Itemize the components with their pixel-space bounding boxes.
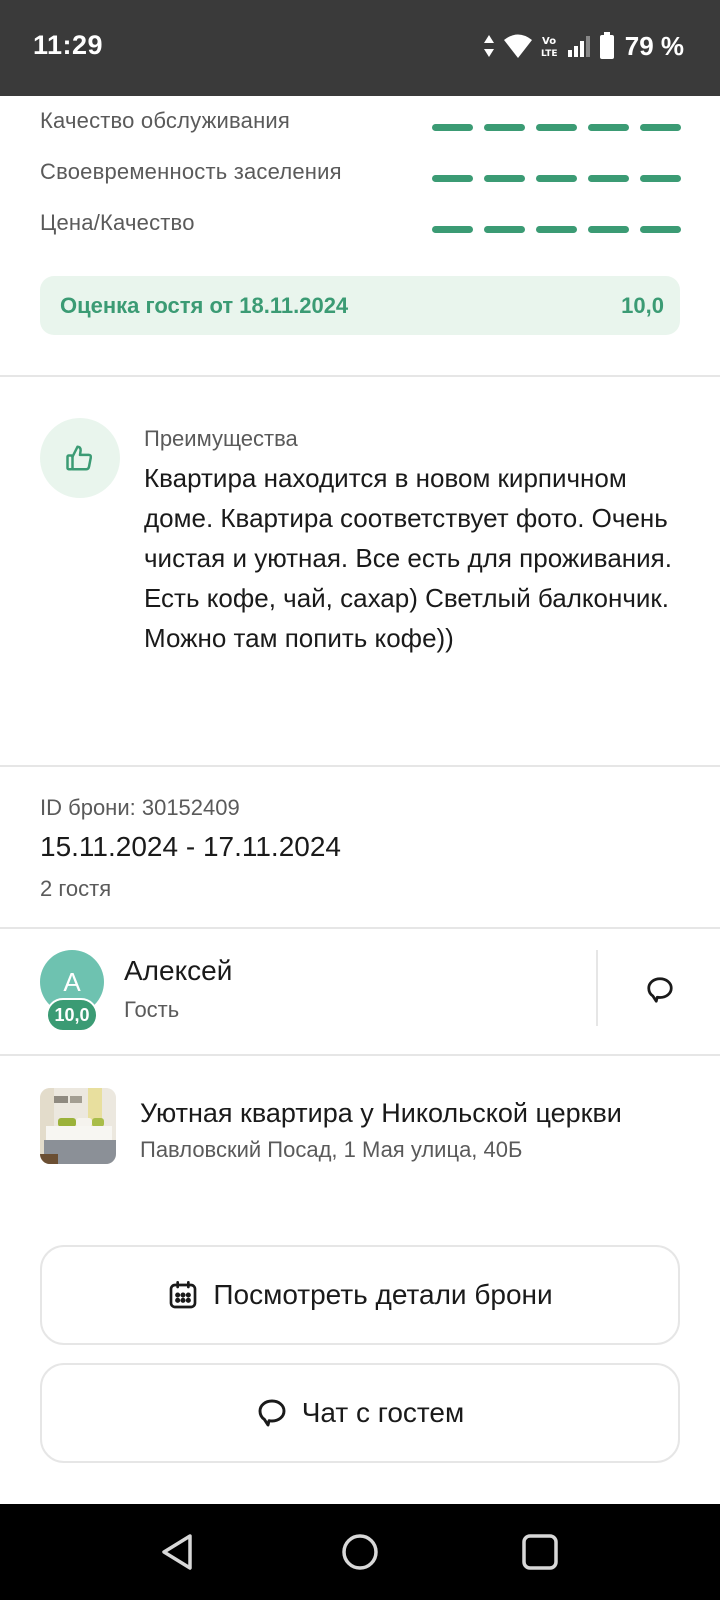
section-divider: [0, 927, 720, 929]
rating-row: Цена/Качество: [40, 198, 681, 249]
thumbs-up-icon: [66, 445, 93, 471]
wifi-icon: [503, 34, 532, 58]
battery-percent: 79 %: [624, 30, 684, 61]
volte-icon: Vo LTE: [541, 36, 558, 59]
rating-dash: [484, 226, 525, 233]
chat-bubble-icon: [258, 1399, 286, 1427]
battery-icon: [599, 32, 614, 59]
rating-dash: [536, 175, 577, 182]
status-time: 11:29: [33, 30, 104, 60]
calendar-icon: [170, 1281, 197, 1309]
rating-bar: [432, 226, 681, 233]
status-icons: Vo LTE 79 %: [483, 30, 684, 62]
rating-bar: [432, 175, 681, 182]
rating-dash: [484, 175, 525, 182]
booking-guests: 2 гостя: [40, 876, 112, 901]
rating-dash: [588, 226, 629, 233]
property-title[interactable]: Уютная квартира у Никольской церкви: [140, 1098, 680, 1129]
booking-id: ID брони: 30152409: [40, 795, 240, 820]
rating-label: Качество обслуживания: [40, 108, 291, 133]
advantages-text: Квартира находится в новом кирпичном дом…: [144, 463, 672, 653]
rating-dash: [588, 124, 629, 131]
rating-bar: [432, 124, 681, 131]
rating-row: Качество обслуживания: [40, 96, 681, 147]
back-icon[interactable]: [158, 1532, 198, 1572]
booking-dates: 15.11.2024 - 17.11.2024: [40, 831, 341, 862]
property-photo: [40, 1088, 116, 1164]
section-divider: [0, 375, 720, 377]
vertical-divider: [596, 950, 598, 1026]
rating-dash: [588, 175, 629, 182]
property-address: Павловский Посад, 1 Мая улица, 40Б: [140, 1137, 523, 1162]
rating-dash: [432, 226, 473, 233]
booking-details-label: Посмотреть детали брони: [213, 1279, 553, 1310]
home-icon[interactable]: [340, 1532, 380, 1572]
section-divider: [0, 765, 720, 767]
chat-bubble-icon: [647, 977, 673, 1003]
rating-dash: [640, 124, 681, 131]
recents-icon[interactable]: [520, 1532, 560, 1572]
guest-score-title: Оценка гостя от 18.11.2024: [60, 293, 349, 318]
guest-name[interactable]: Алексей: [124, 955, 232, 987]
rating-dash: [432, 124, 473, 131]
booking-details-button[interactable]: Посмотреть детали брони: [40, 1245, 680, 1345]
rating-label: Своевременность заселения: [40, 159, 342, 184]
guest-rating-badge: 10,0: [46, 998, 98, 1032]
rating-label: Цена/Качество: [40, 210, 195, 235]
advantages-title: Преимущества: [144, 426, 298, 451]
advantages-icon-circle: [40, 418, 120, 498]
rating-dash: [640, 226, 681, 233]
rating-dash: [432, 175, 473, 182]
rating-dash: [536, 226, 577, 233]
rating-dash: [536, 124, 577, 131]
action-panel: Посмотреть детали брони Чат с гостем: [0, 1202, 720, 1504]
ratings-list: Качество обслуживания Своевременность за…: [40, 96, 681, 249]
chat-with-guest-label: Чат с гостем: [301, 1397, 465, 1428]
system-navigation-bar: [0, 1504, 720, 1600]
guest-score-value: 10,0: [621, 293, 664, 318]
rating-dash: [484, 124, 525, 131]
guest-chat-button[interactable]: [640, 970, 680, 1010]
data-transfer-icon: [483, 35, 494, 57]
status-bar: 11:29 Vo LTE 79 %: [0, 0, 720, 96]
rating-dash: [640, 175, 681, 182]
signal-icon: [567, 36, 590, 57]
rating-row: Своевременность заселения: [40, 147, 681, 198]
property-thumbnail[interactable]: [40, 1088, 116, 1164]
guest-score-box: Оценка гостя от 18.11.2024 10,0: [40, 276, 680, 335]
svg-text:LTE: LTE: [541, 49, 558, 59]
section-divider: [0, 1054, 720, 1056]
svg-text:Vo: Vo: [542, 36, 556, 47]
chat-with-guest-button[interactable]: Чат с гостем: [40, 1363, 680, 1463]
guest-role: Гость: [124, 997, 180, 1022]
